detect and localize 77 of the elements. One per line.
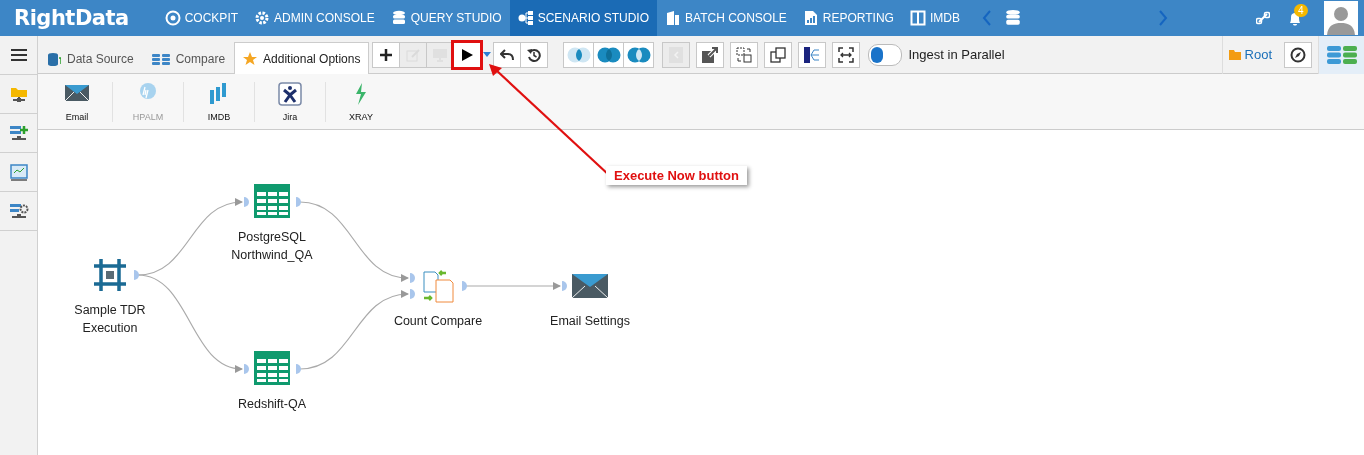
node-label: Sample TDR Execution xyxy=(73,302,147,337)
node-label: Email Settings xyxy=(549,313,631,330)
nav-tab[interactable]: SCENARIO STUDIO xyxy=(509,0,657,36)
full-join-button[interactable] xyxy=(593,41,625,68)
avatar[interactable] xyxy=(1324,1,1358,35)
branch-icon xyxy=(804,46,821,63)
report-icon xyxy=(802,10,819,26)
add-node-icon[interactable] xyxy=(8,124,29,142)
annotation-callout: Execute Now button xyxy=(606,166,747,185)
history-button[interactable] xyxy=(520,41,549,68)
node-label: Count Compare xyxy=(392,313,484,330)
table-icon[interactable] xyxy=(254,184,290,220)
node-label: Redshift-QA xyxy=(236,396,308,413)
swap-icon xyxy=(736,46,753,63)
settings-node-icon[interactable] xyxy=(8,202,29,220)
toggle-label: Ingest in Parallel xyxy=(908,47,1005,62)
nav-tab[interactable]: QUERY STUDIO xyxy=(382,0,510,36)
tab[interactable]: Additional Options xyxy=(234,42,370,74)
fit-icon xyxy=(838,46,855,63)
undo-button[interactable] xyxy=(493,41,522,68)
swap-button[interactable] xyxy=(730,41,759,68)
settings-icon xyxy=(254,10,271,26)
history-icon xyxy=(527,47,542,62)
play-button[interactable] xyxy=(453,41,482,68)
jira-logo-icon xyxy=(278,81,302,106)
compass-button[interactable] xyxy=(1284,41,1312,68)
document-compare-icon[interactable] xyxy=(420,268,456,304)
plus-icon xyxy=(380,48,393,61)
nav-tab[interactable]: IMDB xyxy=(901,0,968,36)
ingest-toggle[interactable] xyxy=(868,43,903,66)
columns-icon xyxy=(909,10,926,26)
input-port[interactable] xyxy=(244,364,249,374)
venn-diagram-icon xyxy=(565,46,592,63)
fit-button[interactable] xyxy=(832,41,861,68)
database-pair-icon xyxy=(151,51,170,66)
database-button[interactable] xyxy=(1318,35,1364,74)
play-icon xyxy=(461,48,473,61)
link-icon[interactable] xyxy=(1256,11,1270,25)
nav-tab[interactable]: COCKPIT xyxy=(156,0,247,36)
gauge-icon xyxy=(164,10,181,26)
copy-button[interactable] xyxy=(764,41,793,68)
building-icon xyxy=(665,10,681,26)
database-pair-icon xyxy=(1326,44,1357,65)
popout-icon xyxy=(702,46,719,63)
nav-tab[interactable]: BATCH CONSOLE xyxy=(657,0,795,36)
plugin-item[interactable]: IMDB xyxy=(184,81,255,122)
folder-icon xyxy=(1228,49,1241,60)
root-link[interactable]: Root xyxy=(1221,35,1278,74)
venn-diagram-icon xyxy=(625,46,652,63)
compass-icon xyxy=(1290,46,1306,63)
popout-button[interactable] xyxy=(696,41,725,68)
branch-button[interactable] xyxy=(798,41,827,68)
outer-join-button[interactable] xyxy=(623,41,655,68)
nav-tab[interactable]: ADMIN CONSOLE xyxy=(246,0,383,36)
input-port[interactable] xyxy=(562,281,567,291)
plugin-item[interactable]: XRAY xyxy=(326,81,396,122)
input-port[interactable] xyxy=(244,197,249,207)
table-icon[interactable] xyxy=(254,351,290,387)
nav-tab[interactable]: REPORTING xyxy=(794,0,902,36)
plugin-item[interactable]: Jira xyxy=(255,81,326,122)
folder-icon[interactable] xyxy=(8,85,29,103)
undo-icon xyxy=(500,48,515,61)
plugin-item[interactable]: Email xyxy=(42,81,113,122)
caret-icon xyxy=(483,52,492,57)
execution-node-icon[interactable] xyxy=(92,257,128,293)
notification-badge: 4 xyxy=(1294,3,1308,17)
copy-icon xyxy=(770,46,787,63)
node-label: PostgreSQL Northwind_QA xyxy=(230,229,314,264)
star-icon xyxy=(243,51,258,66)
flow-icon xyxy=(517,10,534,26)
plus-button[interactable] xyxy=(372,41,401,68)
logo: RightData xyxy=(13,6,130,30)
tab[interactable]: Data Source xyxy=(38,42,143,74)
inner-join-button[interactable] xyxy=(563,41,595,68)
venn-diagram-icon xyxy=(595,46,622,63)
tab[interactable]: Compare xyxy=(142,42,235,74)
chart-monitor-icon[interactable] xyxy=(8,163,29,181)
